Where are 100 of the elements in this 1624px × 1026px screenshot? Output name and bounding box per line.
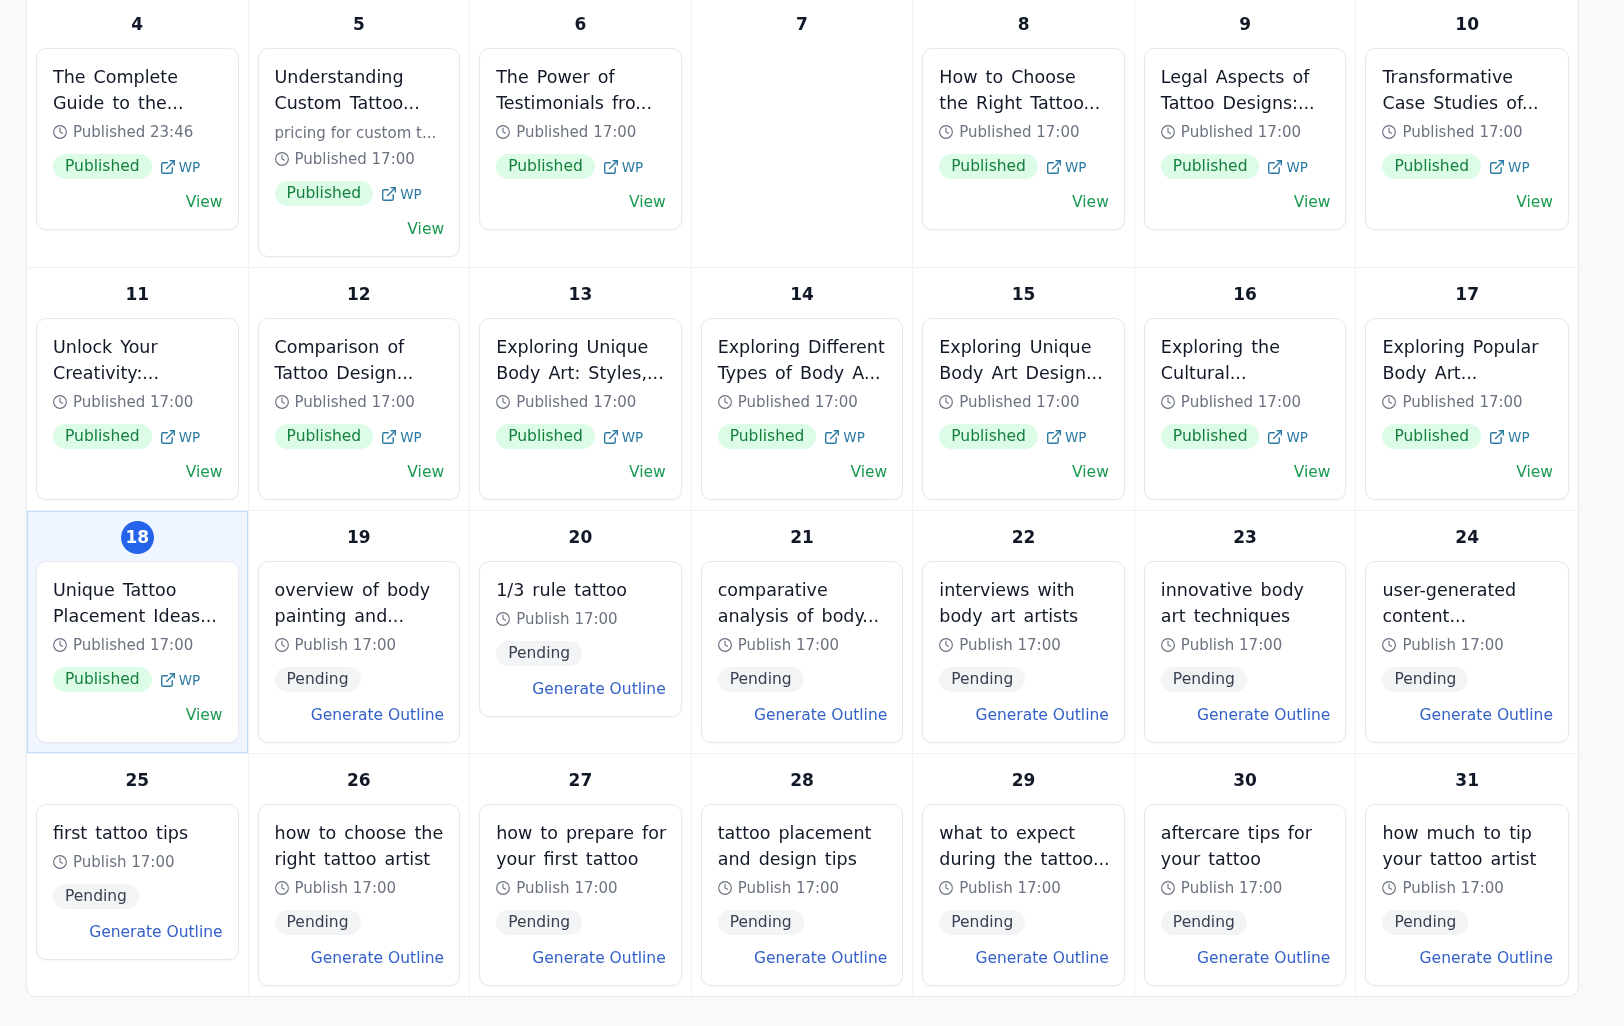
generate-outline-link[interactable]: Generate Outline [532, 678, 666, 700]
wp-link[interactable]: WP [825, 427, 865, 446]
clock-icon [53, 855, 67, 869]
day-number: 17 [1454, 283, 1481, 306]
post-title: The Power of Testimonials fro... [496, 66, 653, 115]
view-link[interactable]: View [185, 461, 223, 483]
post-title: Unique Tattoo Placement Ideas... [53, 579, 218, 628]
wp-link[interactable]: WP [160, 670, 201, 689]
wp-link[interactable]: WP [382, 184, 422, 203]
view-link[interactable]: View [1072, 191, 1109, 213]
wp-link[interactable]: WP [160, 427, 201, 446]
generate-outline-link[interactable]: Generate Outline [1197, 947, 1331, 969]
view-link[interactable]: View [628, 461, 666, 483]
wp-link[interactable]: WP [382, 427, 422, 446]
clock-icon [717, 638, 732, 652]
publish-time: Published 17:00 [516, 392, 637, 412]
day-number: 12 [346, 283, 372, 306]
wp-link[interactable]: WP [1268, 427, 1308, 446]
generate-outline-link[interactable]: Generate Outline [1419, 704, 1553, 726]
post-title: user-generated content... [1382, 579, 1518, 628]
status-badge: Pending [274, 667, 361, 692]
publish-time: Published 17:00 [959, 392, 1080, 412]
status-badge: Pending [53, 884, 139, 909]
publish-time: Publish 17:00 [294, 878, 397, 898]
post-title: Exploring Unique Body Art Design... [939, 336, 1104, 385]
publish-time: Published 23:46 [73, 122, 194, 142]
day-number: 30 [1232, 769, 1258, 792]
external-link-icon [1490, 429, 1505, 444]
clock-icon [1382, 881, 1397, 895]
wp-link[interactable]: WP [160, 157, 201, 176]
generate-outline-link[interactable]: Generate Outline [1419, 947, 1553, 969]
view-link[interactable]: View [185, 191, 223, 213]
external-link-icon [160, 429, 175, 444]
publish-time: Published 17:00 [73, 635, 194, 655]
generate-outline-link[interactable]: Generate Outline [753, 947, 888, 969]
publish-time: Publish 17:00 [294, 635, 397, 655]
publish-time: Publish 17:00 [959, 878, 1061, 898]
publish-time: Published 17:00 [1402, 392, 1523, 412]
status-badge: Published [1160, 154, 1260, 179]
status-badge: Published [717, 424, 817, 449]
day-number: 22 [1010, 526, 1037, 549]
wp-link[interactable]: WP [1268, 157, 1308, 176]
external-link-icon [825, 429, 840, 444]
day-number: 9 [1238, 13, 1253, 36]
generate-outline-link[interactable]: Generate Outline [532, 947, 666, 969]
post-title: how to choose the right tattoo artist [274, 822, 445, 871]
clock-icon [496, 395, 511, 409]
post-title: Exploring Popular Body Art... [1382, 336, 1540, 385]
view-link[interactable]: View [628, 191, 666, 213]
view-link[interactable]: View [850, 461, 888, 483]
clock-icon [53, 638, 67, 652]
external-link-icon [1268, 429, 1283, 444]
publish-time: Published 17:00 [1180, 122, 1302, 142]
view-link[interactable]: View [1293, 191, 1331, 213]
generate-outline-link[interactable]: Generate Outline [310, 947, 445, 969]
generate-outline-link[interactable]: Generate Outline [975, 704, 1109, 726]
view-link[interactable]: View [407, 218, 445, 240]
generate-outline-link[interactable]: Generate Outline [1197, 704, 1331, 726]
publish-time: Publish 17:00 [1402, 878, 1504, 898]
post-title: Exploring Unique Body Art: Styles,... [496, 336, 665, 385]
post-title: overview of body painting and... [274, 579, 432, 628]
post-title: Comparison of Tattoo Design... [274, 336, 415, 385]
wp-link[interactable]: WP [1490, 427, 1530, 446]
external-link-icon [1046, 429, 1061, 444]
clock-icon [274, 881, 289, 895]
view-link[interactable]: View [407, 461, 445, 483]
post-title: first tattoo tips [53, 822, 189, 845]
post-title: what to expect during the tattoo... [939, 822, 1111, 871]
clock-icon [1382, 638, 1397, 652]
view-link[interactable]: View [1072, 461, 1109, 483]
day-number: 24 [1454, 526, 1481, 549]
view-link[interactable]: View [1516, 461, 1553, 483]
clock-icon [1160, 881, 1175, 895]
wp-link[interactable]: WP [1046, 427, 1087, 446]
wp-link[interactable]: WP [1046, 157, 1087, 176]
post-title: Legal Aspects of Tattoo Designs:... [1160, 66, 1316, 115]
status-badge: Published [274, 424, 374, 449]
generate-outline-link[interactable]: Generate Outline [310, 704, 445, 726]
generate-outline-link[interactable]: Generate Outline [753, 704, 888, 726]
day-number: 28 [789, 769, 815, 792]
publish-time: Publish 17:00 [1402, 635, 1504, 655]
status-badge: Published [53, 424, 152, 449]
post-title: 1/3 rule tattoo [496, 579, 629, 602]
clock-icon [496, 881, 511, 895]
publish-time: Published 17:00 [516, 122, 637, 142]
wp-link[interactable]: WP [603, 427, 644, 446]
wp-link[interactable]: WP [603, 157, 644, 176]
external-link-icon [160, 159, 175, 174]
clock-icon [274, 152, 289, 166]
view-link[interactable]: View [185, 704, 223, 726]
day-number: 13 [567, 283, 594, 306]
view-link[interactable]: View [1293, 461, 1331, 483]
generate-outline-link[interactable]: Generate Outline [89, 921, 223, 943]
post-title: how to prepare for your first tattoo [496, 822, 668, 871]
wp-link[interactable]: WP [1490, 157, 1530, 176]
status-badge: Pending [1382, 667, 1469, 692]
generate-outline-link[interactable]: Generate Outline [975, 947, 1109, 969]
day-number: 6 [573, 13, 588, 36]
view-link[interactable]: View [1516, 191, 1553, 213]
publish-time: Publish 17:00 [516, 878, 618, 898]
